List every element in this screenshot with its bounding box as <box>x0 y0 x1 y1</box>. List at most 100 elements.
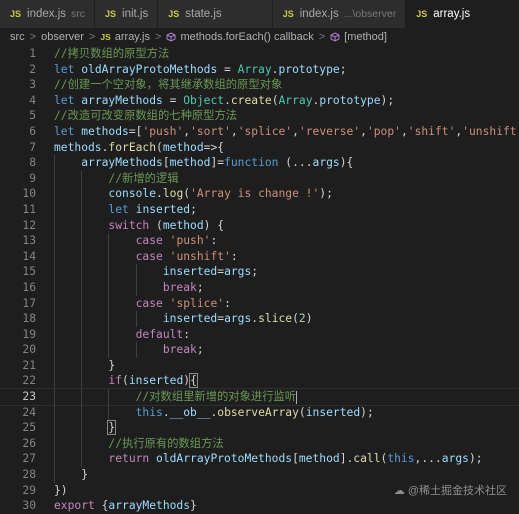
breadcrumb-src[interactable]: src <box>10 31 25 43</box>
code-line[interactable]: 14 case 'unshift': <box>0 249 519 265</box>
code-line[interactable]: 1//拷贝数组的原型方法 <box>0 46 519 62</box>
tab-label: init.js <box>122 8 148 20</box>
indent-guide <box>81 233 82 249</box>
tab-init[interactable]: JS init.js <box>95 0 158 28</box>
code-line[interactable]: 6let methods=['push','sort','splice','re… <box>0 124 519 140</box>
code-line[interactable]: 7methods.forEach(method=>{ <box>0 140 519 156</box>
tab-label: index.js <box>27 8 66 20</box>
breadcrumb-separator: > <box>89 31 95 43</box>
code-line[interactable]: 26 //执行原有的数组方法 <box>0 436 519 452</box>
indent-guide <box>81 311 82 327</box>
indent-guide <box>81 296 82 312</box>
code-token: log <box>163 187 183 200</box>
code-token: break <box>163 281 197 294</box>
line-number: 29 <box>0 483 36 499</box>
code-token: : <box>183 328 190 341</box>
indent-guide <box>81 218 82 234</box>
breadcrumb-observer[interactable]: observer <box>41 31 84 43</box>
indent-guide <box>54 171 55 187</box>
code-token: default <box>136 328 184 341</box>
code-line[interactable]: 15 inserted=args; <box>0 264 519 280</box>
indent-guide <box>108 233 109 249</box>
code-line[interactable]: 24 this.__ob__.observeArray(inserted); <box>0 405 519 421</box>
code-token: : <box>231 250 238 263</box>
breadcrumb-file[interactable]: array.js <box>115 31 150 43</box>
code-line[interactable]: 28 } <box>0 467 519 483</box>
cube-icon <box>330 32 340 42</box>
indent-guide <box>54 451 55 467</box>
line-number: 15 <box>0 264 36 280</box>
code-token: ; <box>197 281 204 294</box>
indent-guide <box>108 249 109 265</box>
code-token: oldArrayProtoMethods <box>81 63 217 76</box>
line-number: 24 <box>0 405 36 421</box>
tab-index-src[interactable]: JS index.js src <box>0 0 95 28</box>
line-number: 25 <box>0 420 36 436</box>
indent-guide <box>81 420 82 436</box>
code-line[interactable]: 16 break; <box>0 280 519 296</box>
code-line[interactable]: 18 inserted=args.slice(2) <box>0 311 519 327</box>
code-token: args <box>442 452 469 465</box>
tab-array[interactable]: JS array.js <box>406 0 519 28</box>
code-line[interactable]: 10 console.log('Array is change !'); <box>0 186 519 202</box>
indent-guide <box>54 264 55 280</box>
code-token: oldArrayProtoMethods <box>156 452 292 465</box>
code-line[interactable]: 25 } <box>0 420 519 436</box>
line-number: 17 <box>0 296 36 312</box>
code-token <box>54 297 136 310</box>
code-line[interactable]: 20 break; <box>0 342 519 358</box>
code-token: =[ <box>129 125 143 138</box>
code-editor[interactable]: 1//拷贝数组的原型方法2let oldArrayProtoMethods = … <box>0 46 519 514</box>
indent-guide <box>54 155 55 171</box>
code-token: , <box>360 125 367 138</box>
code-line[interactable]: 23 //对数组里新增的对象进行监听 <box>0 389 519 405</box>
code-line[interactable]: 4let arrayMethods = Object.create(Array.… <box>0 93 519 109</box>
code-line[interactable]: 30export {arrayMethods} <box>0 498 519 514</box>
code-line[interactable]: 13 case 'push': <box>0 233 519 249</box>
line-number: 19 <box>0 327 36 343</box>
code-line[interactable]: 22 if(inserted){ <box>0 373 519 389</box>
code-token: ); <box>360 406 374 419</box>
indent-guide <box>54 202 55 218</box>
breadcrumb-method[interactable]: [method] <box>344 31 387 43</box>
code-line[interactable]: 5//改造可改变原数组的七种原型方法 <box>0 108 519 124</box>
breadcrumb-separator: > <box>319 31 325 43</box>
code-line[interactable]: 2let oldArrayProtoMethods = Array.protot… <box>0 62 519 78</box>
code-token: inserted <box>163 312 217 325</box>
code-token: , <box>292 125 299 138</box>
code-token: 'sort' <box>190 125 231 138</box>
code-line[interactable]: 27 return oldArrayProtoMethods[method].c… <box>0 451 519 467</box>
code-token: ]= <box>210 156 224 169</box>
code-token: , <box>231 125 238 138</box>
code-token: 'unshift' <box>462 125 519 138</box>
tab-index-observer[interactable]: JS index.js ...\observer <box>273 0 407 28</box>
code-token: let <box>54 63 81 76</box>
code-token: methods <box>81 125 129 138</box>
code-line[interactable]: 3//创建一个空对象，将其继承数组的原型对象 <box>0 77 519 93</box>
code-line[interactable]: 21 } <box>0 358 519 374</box>
code-line[interactable]: 9 //新增的逻辑 <box>0 171 519 187</box>
code-line[interactable]: 8 arrayMethods[method]=function (...args… <box>0 155 519 171</box>
line-number: 13 <box>0 233 36 249</box>
code-token: = <box>163 94 183 107</box>
code-line[interactable]: 11 let inserted; <box>0 202 519 218</box>
code-token: = <box>217 63 237 76</box>
code-line[interactable]: 19 default: <box>0 327 519 343</box>
code-line[interactable]: 17 case 'splice': <box>0 296 519 312</box>
breadcrumb-callback[interactable]: methods.forEach() callback <box>180 31 313 43</box>
code-token: ; <box>251 265 258 278</box>
code-token: =>{ <box>204 141 224 154</box>
indent-guide <box>81 358 82 374</box>
code-line[interactable]: 12 switch (method) { <box>0 218 519 234</box>
code-token: function <box>224 156 278 169</box>
code-token: : <box>224 297 231 310</box>
code-token <box>54 234 136 247</box>
indent-guide <box>54 296 55 312</box>
tab-description: src <box>71 8 85 20</box>
code-token: 'splice' <box>170 297 224 310</box>
tab-state[interactable]: JS state.js <box>158 0 272 28</box>
code-token: observeArray <box>217 406 299 419</box>
indent-guide <box>136 280 137 296</box>
line-number: 14 <box>0 249 36 265</box>
code-token: args <box>313 156 340 169</box>
